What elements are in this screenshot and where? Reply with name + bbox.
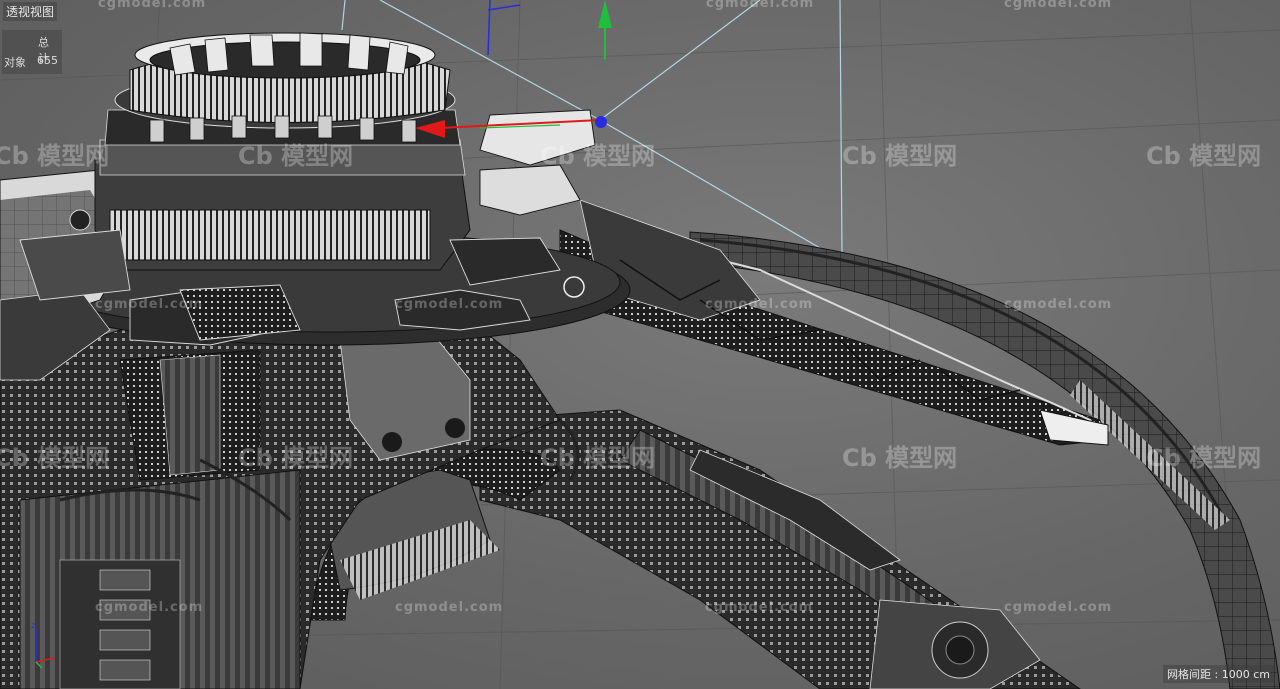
stats-header-row: 总计 bbox=[4, 34, 58, 65]
watermark-text: cgmodel.com bbox=[705, 600, 814, 615]
grid-spacing-readout: 网格间距 : 1000 cm bbox=[1163, 665, 1274, 683]
watermark-logo: Cb 模型网 bbox=[842, 444, 958, 472]
watermark-logo: Cb 模型网 bbox=[1146, 142, 1262, 170]
watermark-logo: Cb 模型网 bbox=[842, 142, 958, 170]
viewport-name[interactable]: 透视视图 bbox=[3, 2, 58, 21]
watermark-text: cgmodel.com bbox=[1004, 600, 1113, 615]
watermark-text: cgmodel.com bbox=[1004, 297, 1113, 312]
svg-text:z: z bbox=[31, 621, 35, 630]
watermark-logo: Cb 模型网 bbox=[540, 444, 656, 472]
perspective-viewport[interactable]: cgmodel.com cgmodel.com cgmodel.com cgmo… bbox=[0, 0, 1280, 689]
watermark-logo: Cb 模型网 bbox=[1146, 444, 1262, 472]
watermark-logo: Cb 模型网 bbox=[238, 142, 354, 170]
watermark-text: cgmodel.com bbox=[395, 600, 504, 615]
stats-objects-label: 对象 bbox=[4, 56, 26, 69]
watermark-logo: Cb 模型网 bbox=[0, 444, 110, 472]
stats-objects-value: 655 bbox=[37, 54, 58, 67]
watermark-logo: Cb 模型网 bbox=[540, 142, 656, 170]
watermark-text: cgmodel.com bbox=[1004, 0, 1113, 11]
scene-stats-panel: 总计 对象 655 bbox=[2, 30, 62, 74]
watermark-text: cgmodel.com bbox=[95, 297, 204, 312]
watermark-text: cgmodel.com bbox=[395, 297, 504, 312]
watermark-text: cgmodel.com bbox=[706, 0, 815, 11]
watermark-text: cgmodel.com bbox=[95, 600, 204, 615]
watermark-logo: Cb 模型网 bbox=[238, 444, 354, 472]
watermark-text: cgmodel.com bbox=[98, 0, 207, 11]
watermark-logo: Cb 模型网 bbox=[0, 142, 110, 170]
watermark-text: cgmodel.com bbox=[705, 297, 814, 312]
stats-objects-row: 对象 655 bbox=[4, 54, 58, 70]
scene-canvas[interactable] bbox=[0, 0, 1280, 689]
world-axis-icon: z bbox=[31, 621, 55, 669]
